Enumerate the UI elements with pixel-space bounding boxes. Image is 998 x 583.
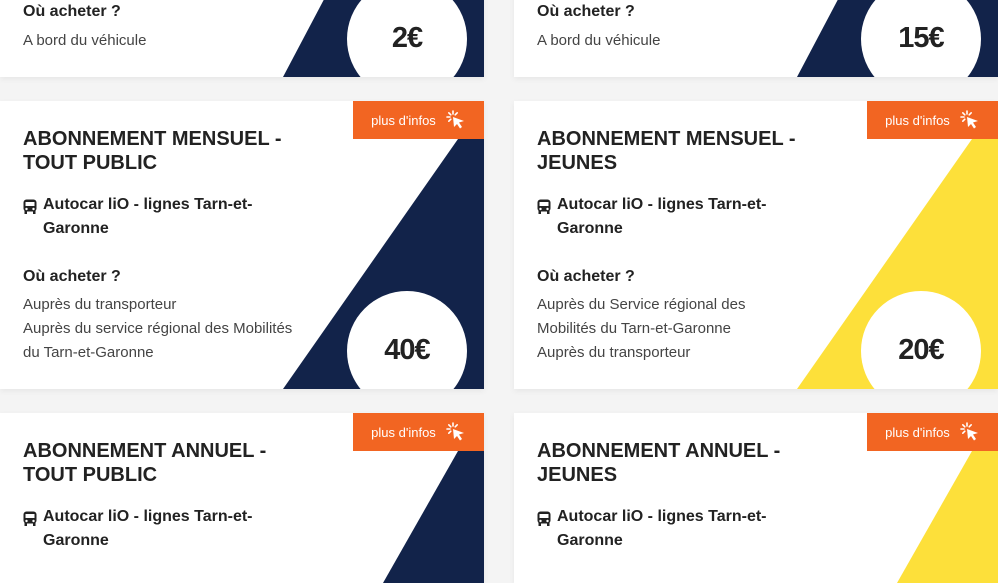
more-info-button[interactable]: plus d'infos xyxy=(353,413,484,451)
price-value: 2€ xyxy=(391,21,423,54)
where-to-buy-item: A bord du véhicule xyxy=(537,32,661,49)
click-pointer-icon xyxy=(960,422,978,441)
ticket-card: plus d'infos ABONNEMENT MENSUEL - JEUNES… xyxy=(514,101,998,389)
more-info-label: plus d'infos xyxy=(371,112,436,128)
where-to-buy-list: A bord du véhicule xyxy=(23,29,293,53)
more-info-label: plus d'infos xyxy=(885,112,950,128)
bus-icon xyxy=(23,511,37,526)
more-info-label: plus d'infos xyxy=(885,424,950,440)
ticket-card: plus d'infos ABONNEMENT ANNUEL - JEUNES … xyxy=(514,413,998,583)
ticket-card: plus d'infos ABONNEMENT MENSUEL - TOUT P… xyxy=(0,101,484,389)
price-value: 20€ xyxy=(898,333,944,366)
bus-icon xyxy=(23,199,37,214)
where-to-buy-list: A bord du véhicule xyxy=(537,29,807,53)
click-pointer-icon xyxy=(960,110,978,129)
more-info-button[interactable]: plus d'infos xyxy=(867,101,998,139)
line-info: Autocar liO - lignes Tarn-et-Garonne xyxy=(537,193,797,241)
where-to-buy-label: Où acheter ? xyxy=(23,3,121,20)
where-to-buy-item: Auprès du Service régional des Mobilités… xyxy=(537,296,746,337)
where-to-buy-label: Où acheter ? xyxy=(537,268,635,285)
bus-icon xyxy=(537,199,551,214)
line-label: Autocar liO - lignes Tarn-et-Garonne xyxy=(557,508,767,549)
where-to-buy-item: Auprès du transporteur xyxy=(537,344,691,361)
more-info-label: plus d'infos xyxy=(371,424,436,440)
card-diagonal-band xyxy=(383,451,484,583)
line-label: Autocar liO - lignes Tarn-et-Garonne xyxy=(43,196,253,237)
card-title: ABONNEMENT MENSUEL - TOUT PUBLIC xyxy=(23,128,282,174)
where-to-buy-item: Auprès du service régional des Mobilités… xyxy=(23,320,293,361)
line-info: Autocar liO - lignes Tarn-et-Garonne xyxy=(23,505,283,553)
where-to-buy-label: Où acheter ? xyxy=(537,3,635,20)
line-info: Autocar liO - lignes Tarn-et-Garonne xyxy=(23,193,283,241)
line-label: Autocar liO - lignes Tarn-et-Garonne xyxy=(557,196,767,237)
where-to-buy-label: Où acheter ? xyxy=(23,268,121,285)
more-info-button[interactable]: plus d'infos xyxy=(353,101,484,139)
where-to-buy-list: Auprès du transporteur Auprès du service… xyxy=(23,293,293,365)
price-value: 40€ xyxy=(384,333,430,366)
price-value: 15€ xyxy=(898,21,944,54)
ticket-card: Où acheter ? A bord du véhicule 2€ xyxy=(0,0,484,77)
card-title: ABONNEMENT ANNUEL - JEUNES xyxy=(537,440,781,486)
price-badge: 2€ xyxy=(347,0,467,77)
line-info: Autocar liO - lignes Tarn-et-Garonne xyxy=(537,505,797,553)
line-label: Autocar liO - lignes Tarn-et-Garonne xyxy=(43,508,253,549)
ticket-card: plus d'infos ABONNEMENT ANNUEL - TOUT PU… xyxy=(0,413,484,583)
card-title: ABONNEMENT ANNUEL - TOUT PUBLIC xyxy=(23,440,267,486)
card-diagonal-band xyxy=(897,451,998,583)
click-pointer-icon xyxy=(446,422,464,441)
where-to-buy-item: A bord du véhicule xyxy=(23,32,147,49)
ticket-card: Où acheter ? A bord du véhicule 15€ xyxy=(514,0,998,77)
card-title: ABONNEMENT MENSUEL - JEUNES xyxy=(537,128,796,174)
where-to-buy-list: Auprès du Service régional des Mobilités… xyxy=(537,293,807,365)
click-pointer-icon xyxy=(446,110,464,129)
price-badge: 15€ xyxy=(861,0,981,77)
more-info-button[interactable]: plus d'infos xyxy=(867,413,998,451)
where-to-buy-item: Auprès du transporteur xyxy=(23,296,177,313)
bus-icon xyxy=(537,511,551,526)
